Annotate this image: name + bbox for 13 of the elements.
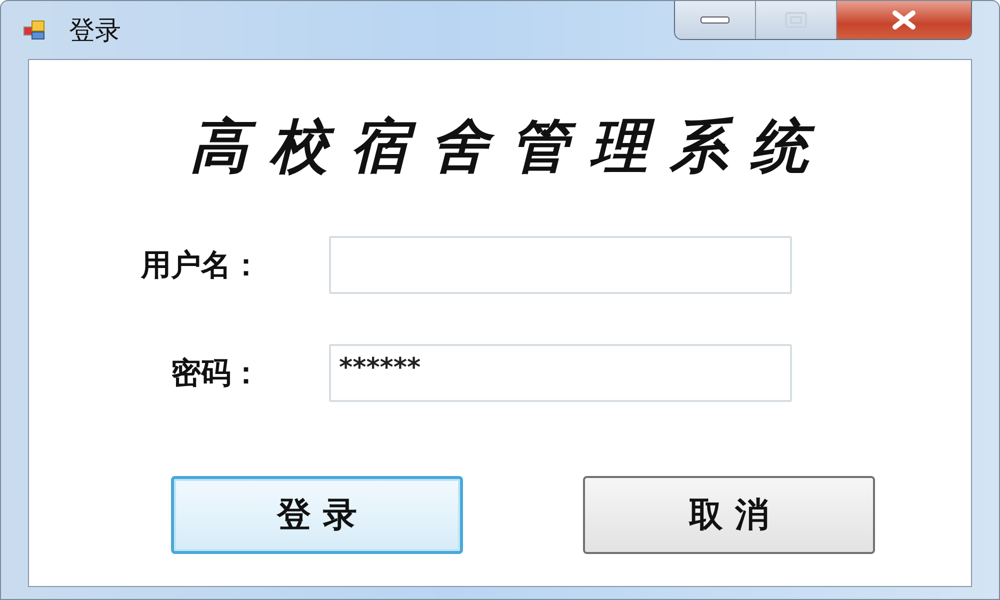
dialog-button[interactable]: 登 录 — [171, 476, 463, 554]
close-icon — [891, 10, 917, 30]
close-button[interactable] — [837, 1, 971, 39]
minimize-button[interactable] — [675, 1, 756, 39]
window-title: 登录 — [69, 14, 121, 48]
input-field[interactable]: ****** — [329, 344, 792, 402]
minimize-icon — [700, 15, 730, 25]
input-field[interactable] — [329, 236, 792, 294]
dialog-button[interactable]: 取 消 — [583, 476, 875, 554]
app-heading: 高校宿舍管理系统 — [189, 111, 831, 182]
app-icon — [23, 19, 47, 41]
field-label: 用户名： — [140, 246, 261, 284]
field-label: 密码： — [170, 354, 261, 392]
